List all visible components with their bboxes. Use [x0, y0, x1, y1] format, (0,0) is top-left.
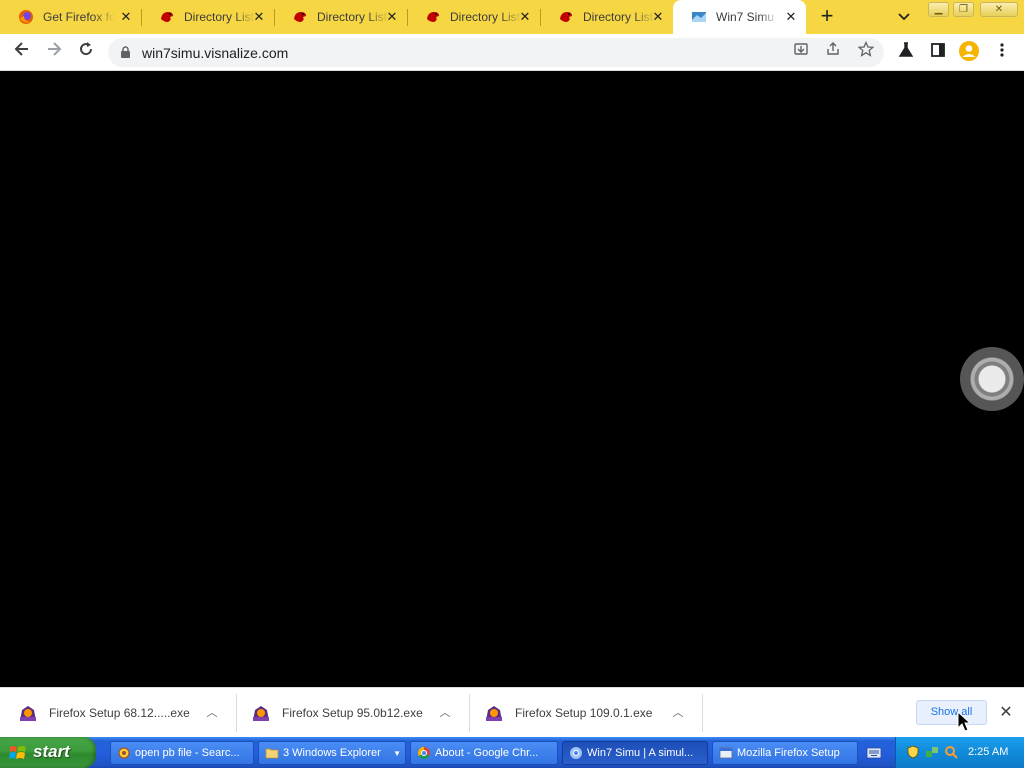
taskbar-item-label: Mozilla Firefox Setup	[737, 747, 840, 759]
chevron-up-icon[interactable]: ︿	[204, 705, 220, 721]
tab-title: Directory Listing	[583, 10, 655, 24]
share-icon[interactable]	[822, 41, 844, 63]
firefox-installer-icon	[253, 706, 269, 721]
start-label: start	[33, 742, 70, 761]
tab-directory-listing-1[interactable]: Directory Listing ✕	[141, 0, 275, 34]
windows-taskbar: start open pb file - Searc... 3 Windows …	[0, 737, 1024, 768]
shield-icon[interactable]	[906, 745, 920, 759]
search-icon[interactable]	[944, 745, 958, 759]
download-item[interactable]: Firefox Setup 109.0.1.exe ︿	[485, 688, 702, 738]
show-all-downloads-button[interactable]: Show all	[916, 700, 987, 725]
clock: 2:25 AM	[968, 746, 1009, 758]
search-gear-icon	[118, 747, 130, 759]
address-bar[interactable]: win7simu.visnalize.com	[108, 38, 884, 67]
download-filename: Firefox Setup 68.12.....exe	[49, 706, 190, 720]
tab-search-chevron-icon[interactable]	[895, 8, 913, 26]
dropdown-arrow-icon[interactable]: ▼	[393, 749, 401, 758]
red-bird-icon	[427, 12, 439, 22]
page-content	[0, 71, 1024, 687]
download-item[interactable]: Firefox Setup 95.0b12.exe ︿	[252, 688, 469, 738]
back-arrow-icon	[14, 42, 28, 56]
start-button[interactable]: start	[0, 737, 96, 768]
windows-flag-icon	[9, 746, 26, 759]
taskbar-item-win7-simu[interactable]: Win7 Simu | A simul...	[562, 741, 708, 765]
address-text[interactable]: win7simu.visnalize.com	[142, 45, 288, 61]
download-item[interactable]: Firefox Setup 68.12.....exe ︿	[19, 688, 236, 738]
chrome-icon	[570, 747, 582, 759]
network-icon[interactable]	[925, 745, 939, 759]
reload-icon	[80, 42, 93, 56]
chrome-icon	[417, 747, 430, 760]
reload-button[interactable]	[74, 40, 98, 64]
firefox-icon	[19, 10, 33, 24]
red-bird-icon	[294, 12, 306, 22]
taskbar-item-label: Win7 Simu | A simul...	[587, 747, 694, 759]
tab-title: Win7 Simu | A	[716, 10, 778, 24]
download-filename: Firefox Setup 95.0b12.exe	[282, 706, 423, 720]
tab-directory-listing-2[interactable]: Directory Listing ✕	[274, 0, 408, 34]
mouse-cursor-icon	[957, 711, 971, 732]
close-icon[interactable]: ✕	[651, 10, 665, 24]
tab-directory-listing-3[interactable]: Directory Listing ✕	[407, 0, 541, 34]
close-icon[interactable]: ✕	[518, 10, 532, 24]
tab-title: Get Firefox for	[43, 10, 115, 24]
back-button[interactable]	[10, 40, 34, 64]
tab-get-firefox[interactable]: Get Firefox for ✕	[0, 0, 142, 34]
window-close-button[interactable]: ✕	[980, 2, 1018, 17]
download-filename: Firefox Setup 109.0.1.exe	[515, 706, 653, 720]
bookmark-star-icon[interactable]	[855, 40, 877, 63]
browser-toolbar: win7simu.visnalize.com	[0, 34, 1024, 71]
taskbar-item-search[interactable]: open pb file - Searc...	[110, 741, 254, 765]
red-bird-icon	[161, 12, 173, 22]
new-tab-button[interactable]: +	[816, 5, 838, 28]
close-icon[interactable]: ✕	[385, 10, 399, 24]
lock-icon	[121, 46, 130, 58]
window-restore-button[interactable]: ❐	[953, 2, 974, 17]
close-icon[interactable]: ✕	[784, 10, 798, 24]
chevron-up-icon[interactable]: ︿	[437, 705, 453, 721]
extension-flask-icon[interactable]	[894, 40, 918, 64]
taskbar-item-explorer[interactable]: 3 Windows Explorer ▼	[258, 741, 406, 765]
tab-title: Directory Listing	[450, 10, 522, 24]
firefox-installer-icon	[486, 706, 502, 721]
close-download-shelf-icon[interactable]: ✕	[997, 704, 1015, 722]
taskbar-item-label: 3 Windows Explorer	[283, 747, 381, 759]
tab-title: Directory Listing	[184, 10, 256, 24]
taskbar-item-chrome-about[interactable]: About - Google Chr...	[410, 741, 558, 765]
keyboard-language-icon[interactable]	[866, 746, 882, 760]
close-icon[interactable]: ✕	[252, 10, 266, 24]
taskbar-item-firefox-setup[interactable]: Mozilla Firefox Setup	[712, 741, 858, 765]
side-panel-icon[interactable]	[926, 40, 950, 64]
window-minimize-button[interactable]: ▁	[928, 2, 949, 17]
system-tray: 2:25 AM	[895, 737, 1024, 768]
forward-button[interactable]	[42, 40, 66, 64]
firefox-installer-icon	[20, 706, 36, 721]
tab-win7-simu[interactable]: Win7 Simu | A ✕	[673, 0, 806, 34]
win7simu-icon	[692, 12, 706, 22]
more-menu-icon[interactable]	[990, 40, 1014, 64]
tab-strip: Get Firefox for ✕ Directory Listing ✕ Di…	[0, 0, 1024, 34]
taskbar-item-label: About - Google Chr...	[435, 747, 539, 759]
red-bird-icon	[560, 12, 572, 22]
download-shelf: Firefox Setup 68.12.....exe ︿ Firefox Se…	[0, 687, 1024, 737]
profile-avatar[interactable]	[957, 40, 981, 64]
install-app-icon[interactable]	[790, 41, 812, 63]
folder-icon	[265, 748, 279, 759]
forward-arrow-icon	[48, 42, 62, 56]
installer-icon	[719, 747, 733, 759]
tab-directory-listing-4[interactable]: Directory Listing ✕	[540, 0, 673, 34]
taskbar-item-label: open pb file - Searc...	[135, 747, 240, 759]
loading-spinner-icon	[960, 347, 1024, 411]
chevron-up-icon[interactable]: ︿	[670, 705, 686, 721]
tab-title: Directory Listing	[317, 10, 389, 24]
close-icon[interactable]: ✕	[119, 10, 133, 24]
